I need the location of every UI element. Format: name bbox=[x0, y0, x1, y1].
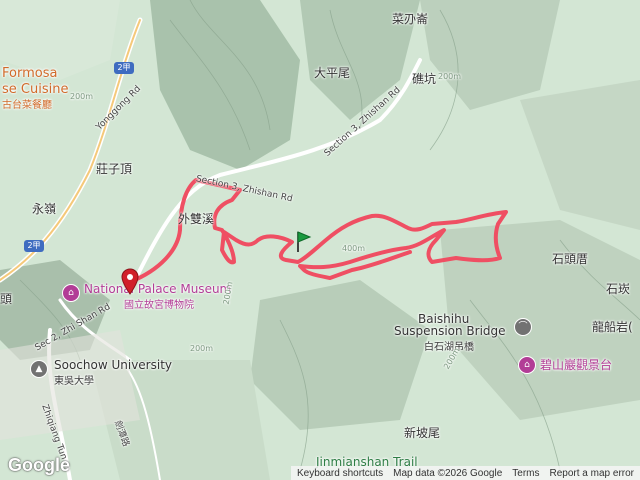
poi-label[interactable]: Soochow University bbox=[54, 358, 172, 372]
school-icon[interactable]: ▲ bbox=[30, 360, 48, 378]
map-label: 菜刅崙 bbox=[392, 12, 429, 26]
route-shield: 2甲 bbox=[24, 240, 44, 252]
contour-label: 200m bbox=[438, 72, 462, 81]
map-footer: Keyboard shortcuts Map data ©2026 Google… bbox=[290, 466, 640, 480]
google-logo[interactable]: Google bbox=[8, 455, 70, 476]
map-label: 龍船岩( bbox=[592, 320, 633, 334]
poi-label[interactable]: se Cuisine bbox=[2, 82, 68, 97]
poi-label: 國立故宮博物院 bbox=[124, 300, 194, 311]
keyboard-shortcuts-link[interactable]: Keyboard shortcuts bbox=[297, 468, 383, 479]
map-label: 外雙溪 bbox=[178, 212, 215, 226]
poi-label[interactable]: 碧山巖觀景台 bbox=[540, 356, 612, 373]
map-label: 新坡尾 bbox=[404, 426, 441, 440]
poi-label: 東吳大學 bbox=[54, 376, 94, 387]
poi-label[interactable]: National Palace Museum bbox=[84, 282, 231, 296]
contour-label: 200m bbox=[70, 92, 94, 101]
map-label: 石頭厝 bbox=[552, 252, 589, 266]
map-label: 大平尾 bbox=[314, 66, 351, 80]
terms-link[interactable]: Terms bbox=[512, 468, 539, 479]
end-pin-icon[interactable] bbox=[121, 268, 139, 296]
poi-label: 白石湖吊橋 bbox=[424, 342, 474, 353]
map-label: 莊子頂 bbox=[96, 162, 133, 176]
poi-label[interactable]: Formosa bbox=[2, 66, 57, 81]
map-label: 石崁 bbox=[606, 282, 631, 296]
map-label: 永嶺 bbox=[32, 202, 57, 216]
museum-icon[interactable]: ⌂ bbox=[62, 284, 80, 302]
start-flag-icon[interactable] bbox=[294, 230, 312, 254]
poi-label[interactable]: Suspension Bridge bbox=[394, 324, 506, 338]
map-label: 礁坑 bbox=[412, 72, 437, 86]
poi-label: 古台菜餐廳 bbox=[2, 100, 52, 111]
route-shield: 2甲 bbox=[114, 62, 134, 74]
contour-label: 400m bbox=[342, 244, 366, 253]
map-label: 頭 bbox=[0, 292, 13, 306]
contour-label: 200m bbox=[190, 344, 214, 353]
map-data-attribution: Map data ©2026 Google bbox=[393, 467, 503, 479]
viewpoint-icon[interactable]: ⌂ bbox=[518, 356, 536, 374]
bridge-icon[interactable]: ⌒ bbox=[514, 318, 532, 336]
report-error-link[interactable]: Report a map error bbox=[550, 468, 634, 479]
